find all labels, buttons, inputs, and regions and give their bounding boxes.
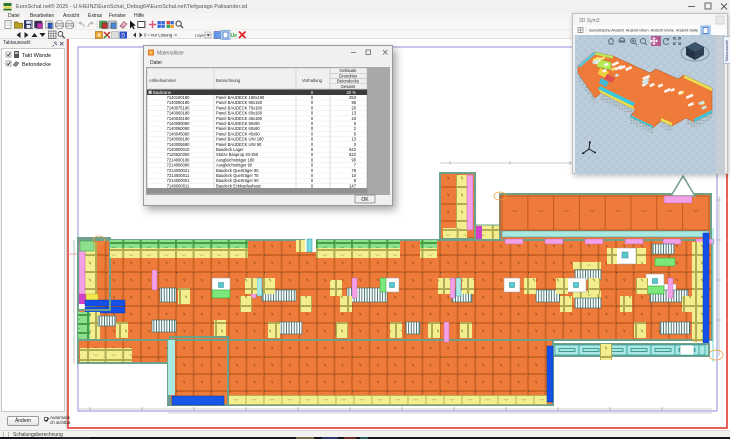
svg-text:Gesamt: Gesamt — [341, 84, 356, 89]
svg-text:3D Sym3: 3D Sym3 — [579, 18, 600, 24]
svg-text:147: 147 — [349, 183, 357, 188]
svg-text:Materialliste: Materialliste — [157, 51, 184, 57]
svg-text:Datei: Datei — [150, 60, 162, 66]
svg-text:OK: OK — [361, 197, 369, 203]
svg-text:Grundriss: Grundriss — [339, 73, 357, 78]
svg-text:Gebäude: Gebäude — [339, 68, 357, 73]
svg-text:Artikelnummer: Artikelnummer — [149, 78, 177, 83]
svg-text:Isometrische Ansicht Ansicht: Isometrische Ansicht Ansicht Oben Ansich… — [589, 28, 699, 33]
svg-text:Taktauswahl: Taktauswahl — [724, 40, 729, 62]
svg-text:Bezeichnung: Bezeichnung — [216, 78, 241, 83]
svg-text:Betondecke: Betondecke — [337, 79, 360, 84]
svg-text:Betondecke: Betondecke — [22, 62, 51, 68]
svg-text:0 = nur Lösung ->: 0 = nur Lösung -> — [144, 33, 178, 38]
svg-text:Vorhaltung: Vorhaltung — [302, 78, 323, 83]
svg-text:Baudeck Eckkopfaufsatz: Baudeck Eckkopfaufsatz — [216, 183, 261, 188]
svg-text:Takt Wände: Takt Wände — [22, 53, 51, 59]
svg-text:Ue: Ue — [231, 33, 238, 39]
svg-text:7140000011: 7140000011 — [167, 183, 190, 188]
